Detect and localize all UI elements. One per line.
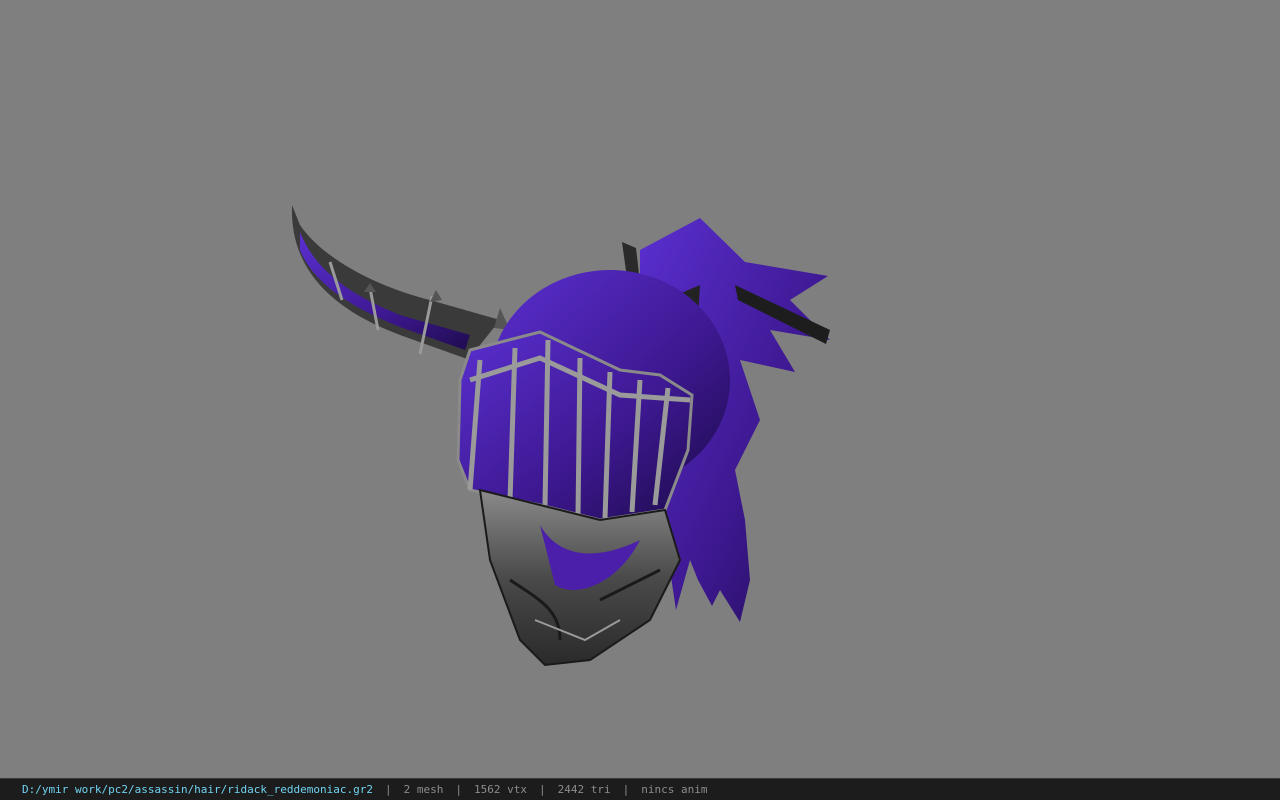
helmet-model <box>291 205 830 667</box>
file-path: D:/ymir work/pc2/assassin/hair/ridack_re… <box>22 783 373 796</box>
helmet-mask <box>478 488 682 667</box>
separator: | <box>455 783 462 796</box>
vertex-count: 1562 vtx <box>474 783 527 796</box>
horn <box>291 205 510 360</box>
triangle-count: 2442 tri <box>557 783 611 796</box>
animation-status: nincs anim <box>641 783 708 796</box>
status-bar: D:/ymir work/pc2/assassin/hair/ridack_re… <box>0 778 1280 800</box>
separator: | <box>622 783 630 796</box>
mesh-count: 2 mesh <box>403 783 444 796</box>
separator: | <box>538 783 546 796</box>
model-viewport[interactable] <box>0 0 1280 778</box>
separator: | <box>385 783 392 796</box>
